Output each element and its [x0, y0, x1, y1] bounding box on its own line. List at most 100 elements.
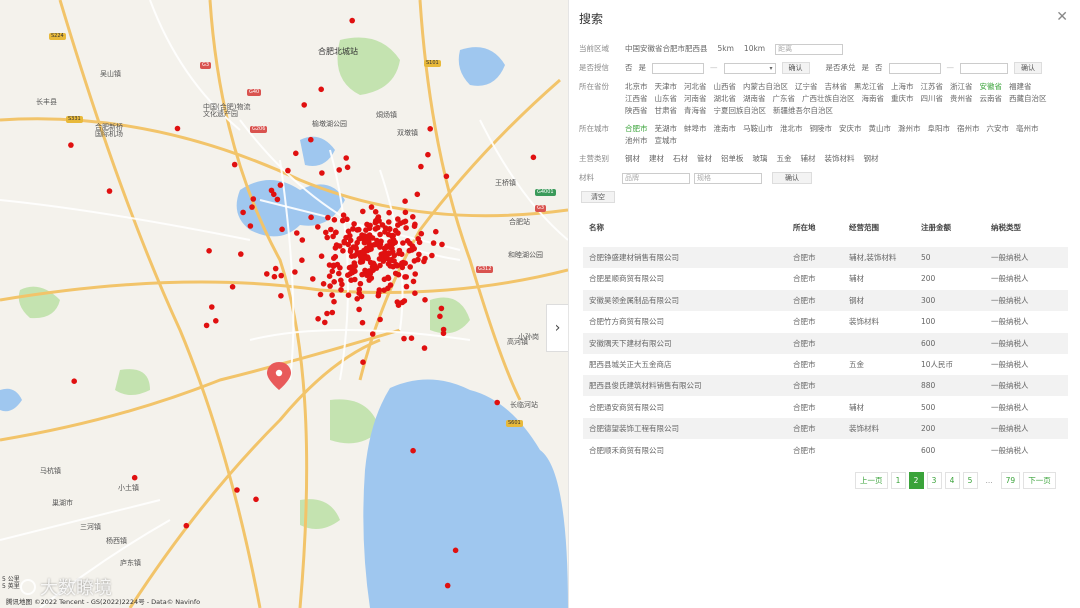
map-canvas[interactable]	[0, 0, 568, 608]
city-option-7[interactable]: 安庆市	[839, 123, 862, 135]
province-option-22[interactable]: 四川省	[921, 93, 944, 105]
brand-input[interactable]: 品牌	[622, 172, 690, 184]
accept-select-to[interactable]	[960, 62, 1008, 74]
credit-option-yes[interactable]: 是	[639, 62, 647, 74]
radius-option-10km[interactable]: 10km	[744, 43, 765, 55]
province-option-29[interactable]: 宁夏回族自治区	[714, 105, 767, 117]
province-option-2[interactable]: 河北省	[684, 81, 707, 93]
panel-toggle-button[interactable]: ›	[546, 304, 568, 352]
city-option-6[interactable]: 铜陵市	[810, 123, 833, 135]
category-option-2[interactable]: 石材	[673, 153, 688, 165]
province-option-23[interactable]: 贵州省	[950, 93, 973, 105]
province-option-20[interactable]: 海南省	[862, 93, 885, 105]
company-marker	[427, 126, 434, 132]
province-option-27[interactable]: 甘肃省	[655, 105, 678, 117]
city-option-8[interactable]: 黄山市	[869, 123, 892, 135]
credit-option-no[interactable]: 否	[625, 62, 633, 74]
column-header-scope: 经营范围	[849, 223, 879, 232]
city-option-12[interactable]: 六安市	[987, 123, 1010, 135]
table-row[interactable]: 肥西县城关正大五金商店 合肥市 五金 10人民币 一般纳税人	[583, 354, 1068, 375]
material-confirm-button[interactable]: 确认	[772, 172, 812, 184]
page-button-79[interactable]: 79	[1000, 472, 1021, 489]
page-button-2[interactable]: 2	[908, 472, 924, 489]
category-option-9[interactable]: 钢材	[864, 153, 879, 165]
table-row[interactable]: 合肥德望装饰工程有限公司 合肥市 装饰材料 200 一般纳税人	[583, 418, 1068, 439]
cell-capital: 500	[921, 403, 936, 412]
province-option-16[interactable]: 湖北省	[714, 93, 737, 105]
province-option-28[interactable]: 青海省	[684, 105, 707, 117]
page-button-5[interactable]: 5	[962, 472, 978, 489]
province-option-4[interactable]: 内蒙古自治区	[743, 81, 788, 93]
province-option-15[interactable]: 河南省	[684, 93, 707, 105]
province-option-6[interactable]: 吉林省	[825, 81, 848, 93]
province-option-10[interactable]: 浙江省	[950, 81, 973, 93]
prev-page-button[interactable]: 上一页	[855, 472, 888, 489]
radius-option-5km[interactable]: 5km	[718, 43, 734, 55]
category-option-6[interactable]: 五金	[777, 153, 792, 165]
city-option-0[interactable]: 合肥市	[625, 123, 648, 135]
category-option-5[interactable]: 玻璃	[753, 153, 768, 165]
province-option-17[interactable]: 湖南省	[743, 93, 766, 105]
province-option-9[interactable]: 江苏省	[921, 81, 944, 93]
province-option-7[interactable]: 黑龙江省	[854, 81, 884, 93]
city-option-14[interactable]: 池州市	[625, 135, 648, 147]
table-row[interactable]: 安徽昊领金属制品有限公司 合肥市 钢材 300 一般纳税人	[583, 290, 1068, 311]
map-view[interactable]: 合肥北城站 中国(合肥)物流 文化遗产园 合肥新桥 国际机场 榆墩湖公园 长临河站 合肥站…	[0, 0, 568, 608]
category-option-4[interactable]: 铝单板	[721, 153, 744, 165]
category-option-7[interactable]: 辅材	[801, 153, 816, 165]
accept-select-from[interactable]	[888, 62, 941, 74]
credit-select-from[interactable]	[652, 62, 704, 74]
table-row[interactable]: 安徽隅天下建材有限公司 合肥市 600 一般纳税人	[583, 333, 1068, 354]
province-option-14[interactable]: 山东省	[655, 93, 678, 105]
city-option-15[interactable]: 宣城市	[655, 135, 678, 147]
province-option-8[interactable]: 上海市	[891, 81, 914, 93]
province-option-24[interactable]: 云南省	[980, 93, 1003, 105]
city-option-5[interactable]: 淮北市	[780, 123, 803, 135]
accept-confirm-button[interactable]: 确认	[1014, 62, 1042, 74]
table-row[interactable]: 合肥顺禾商贸有限公司 合肥市 600 一般纳税人	[583, 440, 1068, 461]
city-option-9[interactable]: 滁州市	[898, 123, 921, 135]
city-option-3[interactable]: 淮南市	[714, 123, 737, 135]
province-option-30[interactable]: 新疆维吾尔自治区	[773, 105, 833, 117]
next-page-button[interactable]: 下一页	[1023, 472, 1056, 489]
spec-input[interactable]: 规格	[694, 172, 762, 184]
city-option-13[interactable]: 亳州市	[1016, 123, 1039, 135]
page-button-3[interactable]: 3	[926, 472, 942, 489]
province-option-12[interactable]: 福建省	[1009, 81, 1032, 93]
clear-button[interactable]: 清空	[581, 191, 615, 203]
city-option-2[interactable]: 蚌埠市	[684, 123, 707, 135]
province-option-26[interactable]: 陕西省	[625, 105, 648, 117]
province-option-21[interactable]: 重庆市	[891, 93, 914, 105]
city-option-10[interactable]: 阜阳市	[928, 123, 951, 135]
province-option-13[interactable]: 江西省	[625, 93, 648, 105]
city-option-11[interactable]: 宿州市	[957, 123, 980, 135]
company-marker	[444, 582, 451, 589]
category-option-3[interactable]: 管材	[697, 153, 712, 165]
accept-option-no[interactable]: 否	[875, 62, 883, 74]
city-option-1[interactable]: 芜湖市	[655, 123, 678, 135]
city-option-4[interactable]: 马鞍山市	[743, 123, 773, 135]
province-option-0[interactable]: 北京市	[625, 81, 648, 93]
table-row[interactable]: 合肥竹方商贸有限公司 合肥市 装饰材料 100 一般纳税人	[583, 311, 1068, 332]
page-button-4[interactable]: 4	[944, 472, 960, 489]
province-option-1[interactable]: 天津市	[655, 81, 678, 93]
category-option-1[interactable]: 建材	[649, 153, 664, 165]
province-option-25[interactable]: 西藏自治区	[1009, 93, 1047, 105]
province-option-3[interactable]: 山西省	[714, 81, 737, 93]
distance-input[interactable]: 距离	[775, 43, 844, 55]
category-option-8[interactable]: 装饰材料	[825, 153, 855, 165]
table-row[interactable]: 合肥通安商贸有限公司 合肥市 辅材 500 一般纳税人	[583, 397, 1068, 418]
accept-option-yes[interactable]: 是	[862, 62, 870, 74]
credit-confirm-button[interactable]: 确认	[781, 62, 810, 74]
table-row[interactable]: 合肥星顺商贸有限公司 合肥市 辅材 200 一般纳税人	[583, 268, 1068, 289]
close-button[interactable]: ✕	[1056, 9, 1068, 25]
province-option-18[interactable]: 广东省	[773, 93, 796, 105]
province-option-19[interactable]: 广西壮族自治区	[802, 93, 855, 105]
table-row[interactable]: 肥西县俊氏建筑材料销售有限公司 合肥市 880 一般纳税人	[583, 375, 1068, 396]
province-option-5[interactable]: 辽宁省	[795, 81, 818, 93]
category-option-0[interactable]: 钢材	[625, 153, 640, 165]
credit-select-to[interactable]: ▾	[723, 62, 776, 74]
province-option-11[interactable]: 安徽省	[980, 81, 1003, 93]
page-button-1[interactable]: 1	[890, 472, 906, 489]
table-row[interactable]: 合肥铮盛建材销售有限公司 合肥市 辅材,装饰材料 50 一般纳税人	[583, 247, 1068, 268]
